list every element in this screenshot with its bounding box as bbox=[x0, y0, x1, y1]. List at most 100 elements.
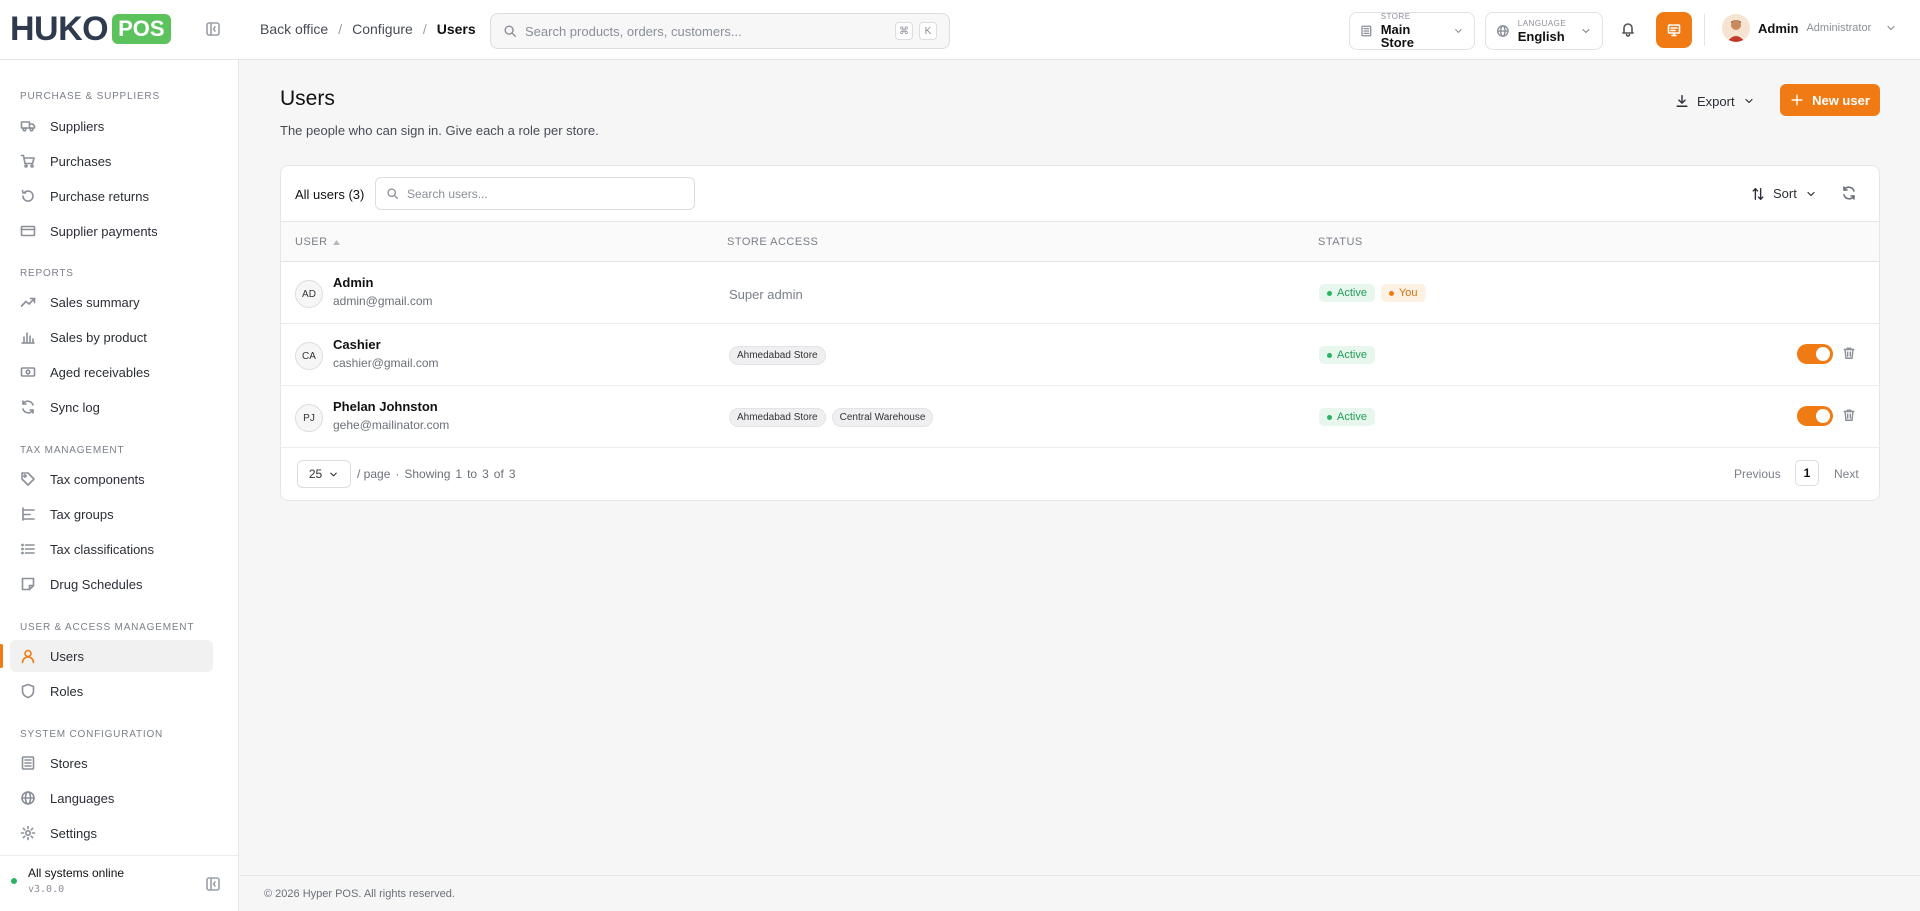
sidebar-item-label: Roles bbox=[50, 683, 84, 699]
sidebar-section-user-access: USER & ACCESS MANAGEMENT bbox=[20, 622, 195, 633]
store-icon bbox=[1361, 25, 1372, 37]
sidebar-item-label: Sales summary bbox=[50, 294, 140, 310]
status-badge: Active bbox=[1319, 284, 1375, 302]
sidebar-item-label: Languages bbox=[50, 790, 115, 806]
column-user-label: USER bbox=[295, 236, 328, 248]
download-icon bbox=[1676, 95, 1688, 107]
next-page-button[interactable]: Next bbox=[1834, 467, 1859, 481]
table-row[interactable]: AD Admin admin@gmail.com Super admin Act… bbox=[281, 262, 1879, 324]
sidebar-item-label: Aged receivables bbox=[50, 364, 150, 380]
list-icon bbox=[21, 543, 35, 555]
sidebar-item-supplier-payments[interactable]: Supplier payments bbox=[10, 215, 213, 247]
export-button[interactable]: Export bbox=[1675, 85, 1755, 117]
store-selector[interactable]: STORE Main Store bbox=[1349, 12, 1475, 50]
refresh-icon[interactable] bbox=[1841, 185, 1857, 201]
users-table-card: All users (3) Search users... Sort USER … bbox=[280, 165, 1880, 501]
user-email: cashier@gmail.com bbox=[333, 356, 439, 370]
breadcrumb-separator: / bbox=[422, 21, 427, 37]
status-badge-label: Active bbox=[1337, 287, 1367, 299]
pos-terminal-button[interactable] bbox=[1656, 12, 1692, 48]
status-badge: Active bbox=[1319, 408, 1375, 426]
sidebar-item-languages[interactable]: Languages bbox=[10, 782, 213, 814]
sidebar-collapse-icon[interactable] bbox=[205, 21, 221, 37]
sidebar-item-label: Sync log bbox=[50, 399, 100, 415]
sidebar-item-suppliers[interactable]: Suppliers bbox=[10, 110, 213, 142]
breadcrumb-users: Users bbox=[436, 21, 476, 37]
top-header: HUKO POS Back office / Configure / Users… bbox=[0, 0, 1920, 60]
sidebar: PURCHASE & SUPPLIERS Suppliers Purchases… bbox=[0, 60, 239, 911]
user-search-input[interactable]: Search users... bbox=[375, 177, 695, 210]
user-name[interactable]: Phelan Johnston bbox=[333, 399, 438, 414]
sidebar-item-settings[interactable]: Settings bbox=[10, 817, 213, 849]
user-name[interactable]: Admin bbox=[333, 275, 373, 290]
table-row[interactable]: PJ Phelan Johnston gehe@mailinator.com A… bbox=[281, 386, 1879, 448]
column-status: STATUS bbox=[1318, 236, 1363, 248]
sort-button[interactable]: Sort bbox=[1751, 186, 1817, 201]
brand-logo[interactable]: HUKO POS bbox=[10, 9, 171, 49]
shortcut-k-key: K bbox=[919, 22, 937, 40]
sidebar-item-purchases[interactable]: Purchases bbox=[10, 145, 213, 177]
active-indicator bbox=[0, 644, 3, 668]
sidebar-item-users[interactable]: Users bbox=[10, 640, 213, 672]
table-header: USER STORE ACCESS STATUS bbox=[281, 222, 1879, 262]
sidebar-collapse-icon[interactable] bbox=[205, 876, 221, 892]
breadcrumb-configure[interactable]: Configure bbox=[352, 21, 413, 37]
avatar bbox=[1722, 14, 1750, 42]
sidebar-item-drug-schedules[interactable]: Drug Schedules bbox=[10, 568, 213, 600]
user-menu[interactable]: Admin Administrator bbox=[1722, 14, 1897, 42]
main-content: Users The people who can sign in. Give e… bbox=[240, 60, 1920, 875]
trash-icon[interactable] bbox=[1842, 346, 1856, 360]
language-selector[interactable]: LANGUAGE English bbox=[1485, 12, 1603, 50]
column-user[interactable]: USER bbox=[295, 236, 340, 248]
user-search-placeholder: Search users... bbox=[407, 186, 488, 201]
bell-icon[interactable] bbox=[1620, 21, 1636, 37]
sidebar-item-label: Settings bbox=[50, 825, 97, 841]
shield-icon bbox=[21, 683, 35, 699]
sidebar-item-sales-summary[interactable]: Sales summary bbox=[10, 286, 213, 318]
sidebar-item-stores[interactable]: Stores bbox=[10, 747, 213, 779]
trending-up-icon bbox=[20, 297, 36, 307]
chevron-down-icon bbox=[1887, 25, 1895, 31]
cart-icon bbox=[20, 154, 35, 168]
sidebar-item-sales-by-product[interactable]: Sales by product bbox=[10, 321, 213, 353]
chevron-down-icon bbox=[1807, 191, 1815, 196]
sidebar-item-aged-receivables[interactable]: Aged receivables bbox=[10, 356, 213, 388]
active-toggle[interactable] bbox=[1797, 344, 1833, 364]
sidebar-item-roles[interactable]: Roles bbox=[10, 675, 213, 707]
sidebar-item-label: Purchase returns bbox=[50, 188, 149, 204]
status-badge-label: Active bbox=[1337, 411, 1367, 423]
table-row[interactable]: CA Cashier cashier@gmail.com Ahmedabad S… bbox=[281, 324, 1879, 386]
user-email: gehe@mailinator.com bbox=[333, 418, 450, 432]
sort-label: Sort bbox=[1773, 186, 1797, 201]
sidebar-item-tax-components[interactable]: Tax components bbox=[10, 463, 213, 495]
dot-separator: · bbox=[395, 467, 400, 481]
page-title: Users bbox=[280, 87, 335, 110]
user-name[interactable]: Cashier bbox=[333, 337, 381, 352]
system-status-text: All systems online bbox=[28, 866, 125, 880]
sidebar-item-purchase-returns[interactable]: Purchase returns bbox=[10, 180, 213, 212]
sidebar-item-sync-log[interactable]: Sync log bbox=[10, 391, 213, 423]
sidebar-item-label: Tax components bbox=[50, 471, 145, 487]
export-label: Export bbox=[1697, 93, 1735, 109]
sidebar-item-tax-classifications[interactable]: Tax classifications bbox=[10, 533, 213, 565]
range-from: 1 bbox=[455, 467, 463, 481]
sort-icon bbox=[1752, 187, 1764, 200]
new-user-button[interactable]: New user bbox=[1780, 84, 1880, 116]
user-initials-avatar: PJ bbox=[295, 404, 323, 432]
range-to: 3 bbox=[482, 467, 489, 481]
previous-page-button[interactable]: Previous bbox=[1734, 467, 1781, 481]
store-access-cell: Ahmedabad Store bbox=[729, 346, 826, 365]
active-toggle[interactable] bbox=[1797, 406, 1833, 426]
trash-icon[interactable] bbox=[1842, 408, 1856, 422]
user-email: admin@gmail.com bbox=[333, 294, 433, 308]
note-icon bbox=[21, 577, 35, 591]
breadcrumb-back-office[interactable]: Back office bbox=[260, 21, 328, 37]
page-number-button[interactable]: 1 bbox=[1795, 460, 1819, 486]
range-of-word: of bbox=[493, 467, 504, 481]
user-name: Admin bbox=[1758, 20, 1799, 36]
system-status: All systems online v3.0.0 bbox=[0, 855, 238, 911]
page-footer: © 2026 Hyper POS. All rights reserved. bbox=[240, 875, 1920, 911]
per-page-select[interactable]: 25 bbox=[297, 460, 351, 488]
sidebar-item-tax-groups[interactable]: Tax groups bbox=[10, 498, 213, 530]
global-search-input[interactable]: Search products, orders, customers... ⌘ … bbox=[490, 13, 950, 49]
